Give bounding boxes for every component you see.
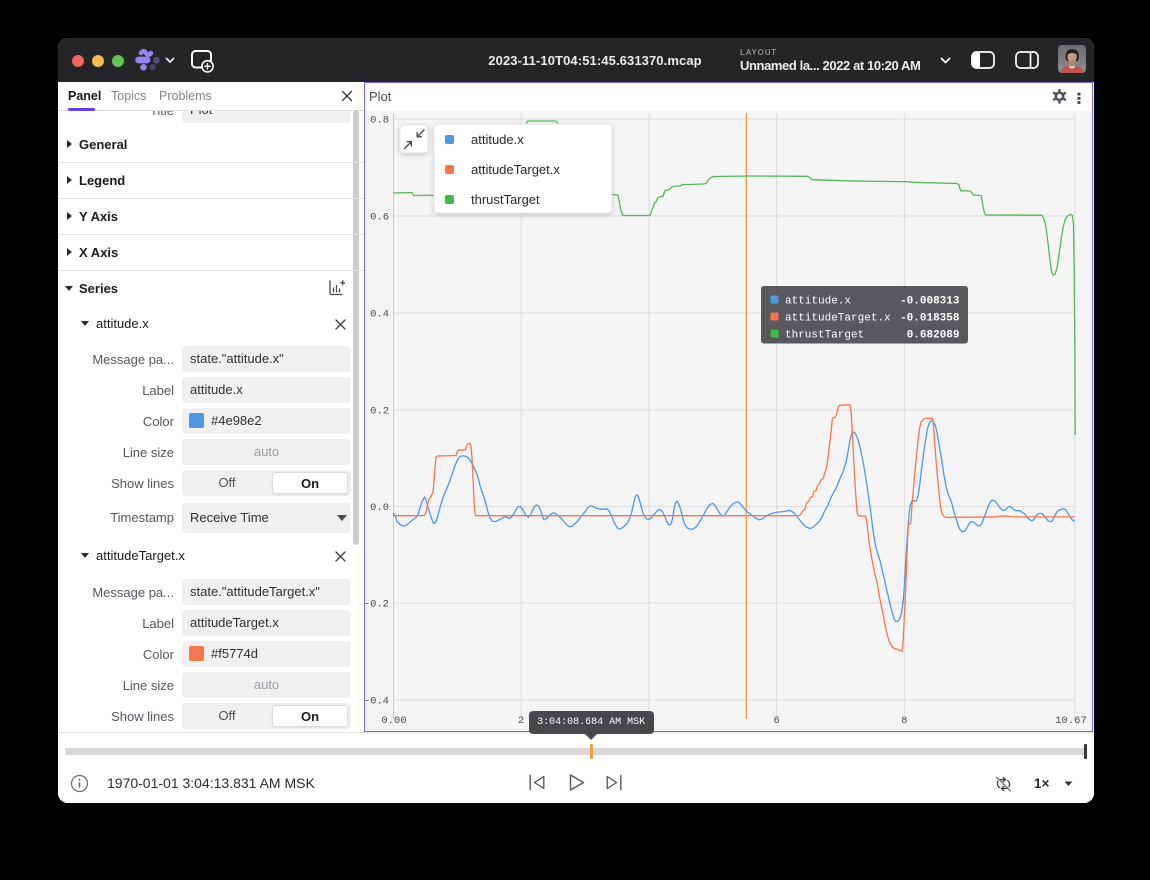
svg-text:10.67: 10.67	[1055, 715, 1087, 727]
svg-text:thrustTarget: thrustTarget	[471, 192, 540, 207]
svg-text:0.2: 0.2	[370, 405, 389, 417]
svg-text:-0.008313: -0.008313	[900, 295, 960, 307]
svg-text:-0.4: -0.4	[364, 695, 389, 707]
svg-text:8: 8	[901, 715, 907, 727]
svg-text:attitude.x: attitude.x	[785, 295, 851, 307]
svg-text:attitudeTarget.x: attitudeTarget.x	[785, 312, 891, 324]
svg-text:0.8: 0.8	[370, 114, 389, 126]
svg-text:0.4: 0.4	[370, 308, 389, 320]
svg-text:0.00: 0.00	[381, 715, 406, 727]
svg-text:2: 2	[518, 715, 524, 727]
svg-text:0.0: 0.0	[370, 502, 389, 514]
svg-text:-0.018358: -0.018358	[900, 312, 960, 324]
svg-text:-0.2: -0.2	[364, 598, 389, 610]
svg-text:thrustTarget: thrustTarget	[785, 329, 864, 341]
svg-text:0.682089: 0.682089	[906, 329, 959, 341]
svg-text:attitudeTarget.x: attitudeTarget.x	[471, 162, 560, 177]
svg-text:attitude.x: attitude.x	[471, 132, 524, 147]
svg-text:6: 6	[773, 715, 779, 727]
svg-text:0.6: 0.6	[370, 211, 389, 223]
